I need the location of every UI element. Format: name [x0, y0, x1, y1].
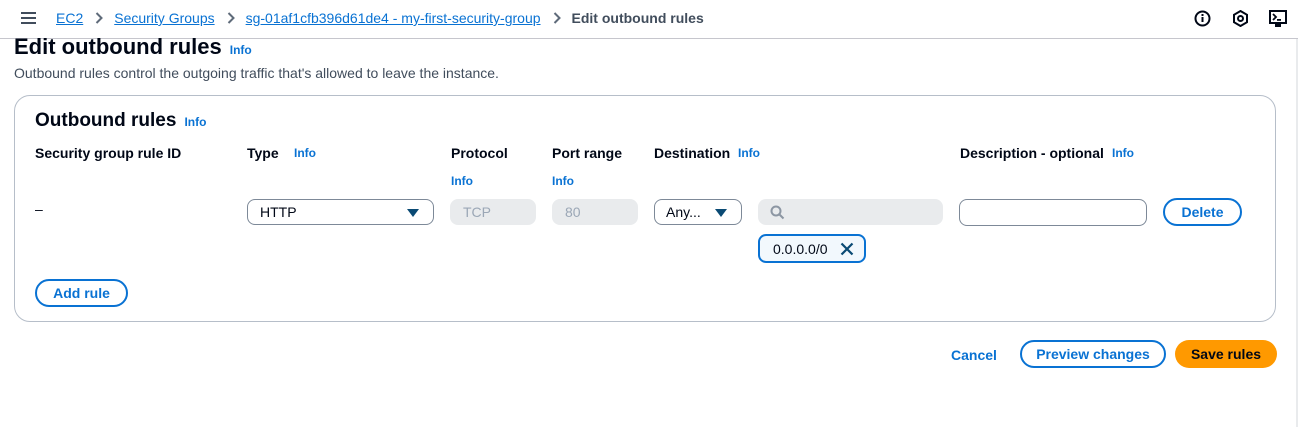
breadcrumb-ec2[interactable]: EC2: [56, 10, 83, 26]
destination-type-value: Any...: [666, 204, 701, 220]
caret-down-icon: [407, 209, 419, 217]
port-range-field: 80: [552, 199, 638, 225]
preview-changes-button[interactable]: Preview changes: [1020, 340, 1166, 368]
breadcrumb-current: Edit outbound rules: [571, 10, 704, 26]
port-range-value: 80: [565, 204, 581, 220]
destination-type-select[interactable]: Any...: [654, 199, 742, 225]
type-select-value: HTTP: [260, 204, 297, 220]
chevron-right-icon: [227, 12, 235, 24]
protocol-info-link[interactable]: Info: [451, 174, 473, 188]
column-header-rule-id: Security group rule ID: [35, 145, 182, 161]
protocol-field: TCP: [450, 199, 536, 225]
breadcrumb: EC2 Security Groups sg-01af1cfb396d61de4…: [56, 10, 704, 26]
search-icon: [770, 205, 785, 220]
type-info-link[interactable]: Info: [294, 146, 316, 160]
column-header-type: Type: [247, 145, 279, 161]
save-rules-button[interactable]: Save rules: [1175, 340, 1277, 368]
panel-title: Outbound rules: [35, 110, 177, 131]
cloudshell-icon[interactable]: [1269, 10, 1287, 28]
rule-id-value: –: [35, 201, 43, 217]
port-range-info-link[interactable]: Info: [552, 174, 574, 188]
breadcrumb-security-group[interactable]: sg-01af1cfb396d61de4 - my-first-security…: [246, 10, 541, 26]
caret-down-icon: [715, 209, 727, 217]
column-header-protocol: Protocol: [451, 145, 508, 161]
panel-header: Outbound rules Info: [35, 110, 206, 132]
description-input[interactable]: [959, 199, 1147, 226]
panel-title-info-link[interactable]: Info: [184, 115, 206, 129]
info-circle-icon[interactable]: [1194, 10, 1211, 27]
protocol-value: TCP: [463, 204, 491, 220]
notification-icon[interactable]: [1232, 10, 1249, 27]
page-description: Outbound rules control the outgoing traf…: [14, 65, 499, 81]
destination-token: 0.0.0.0/0: [758, 234, 866, 263]
column-header-destination: Destination: [654, 145, 731, 161]
page-title-info-link[interactable]: Info: [230, 43, 252, 57]
destination-token-label: 0.0.0.0/0: [773, 240, 828, 257]
page-header: Edit outbound rules Info: [14, 34, 252, 60]
hamburger-menu-icon[interactable]: [20, 11, 38, 25]
destination-info-link[interactable]: Info: [738, 146, 760, 160]
cancel-button[interactable]: Cancel: [951, 347, 997, 363]
chevron-right-icon: [553, 12, 561, 24]
page-title: Edit outbound rules: [14, 34, 222, 59]
description-info-link[interactable]: Info: [1112, 146, 1134, 160]
column-header-description: Description - optional: [960, 145, 1104, 161]
column-header-port-range: Port range: [552, 145, 623, 161]
close-icon[interactable]: [840, 242, 854, 256]
chevron-right-icon: [95, 12, 104, 24]
delete-rule-button[interactable]: Delete: [1163, 198, 1242, 226]
destination-search-input[interactable]: [758, 199, 943, 225]
type-select[interactable]: HTTP: [247, 199, 434, 225]
breadcrumb-security-groups[interactable]: Security Groups: [114, 10, 214, 26]
add-rule-button[interactable]: Add rule: [35, 279, 128, 307]
